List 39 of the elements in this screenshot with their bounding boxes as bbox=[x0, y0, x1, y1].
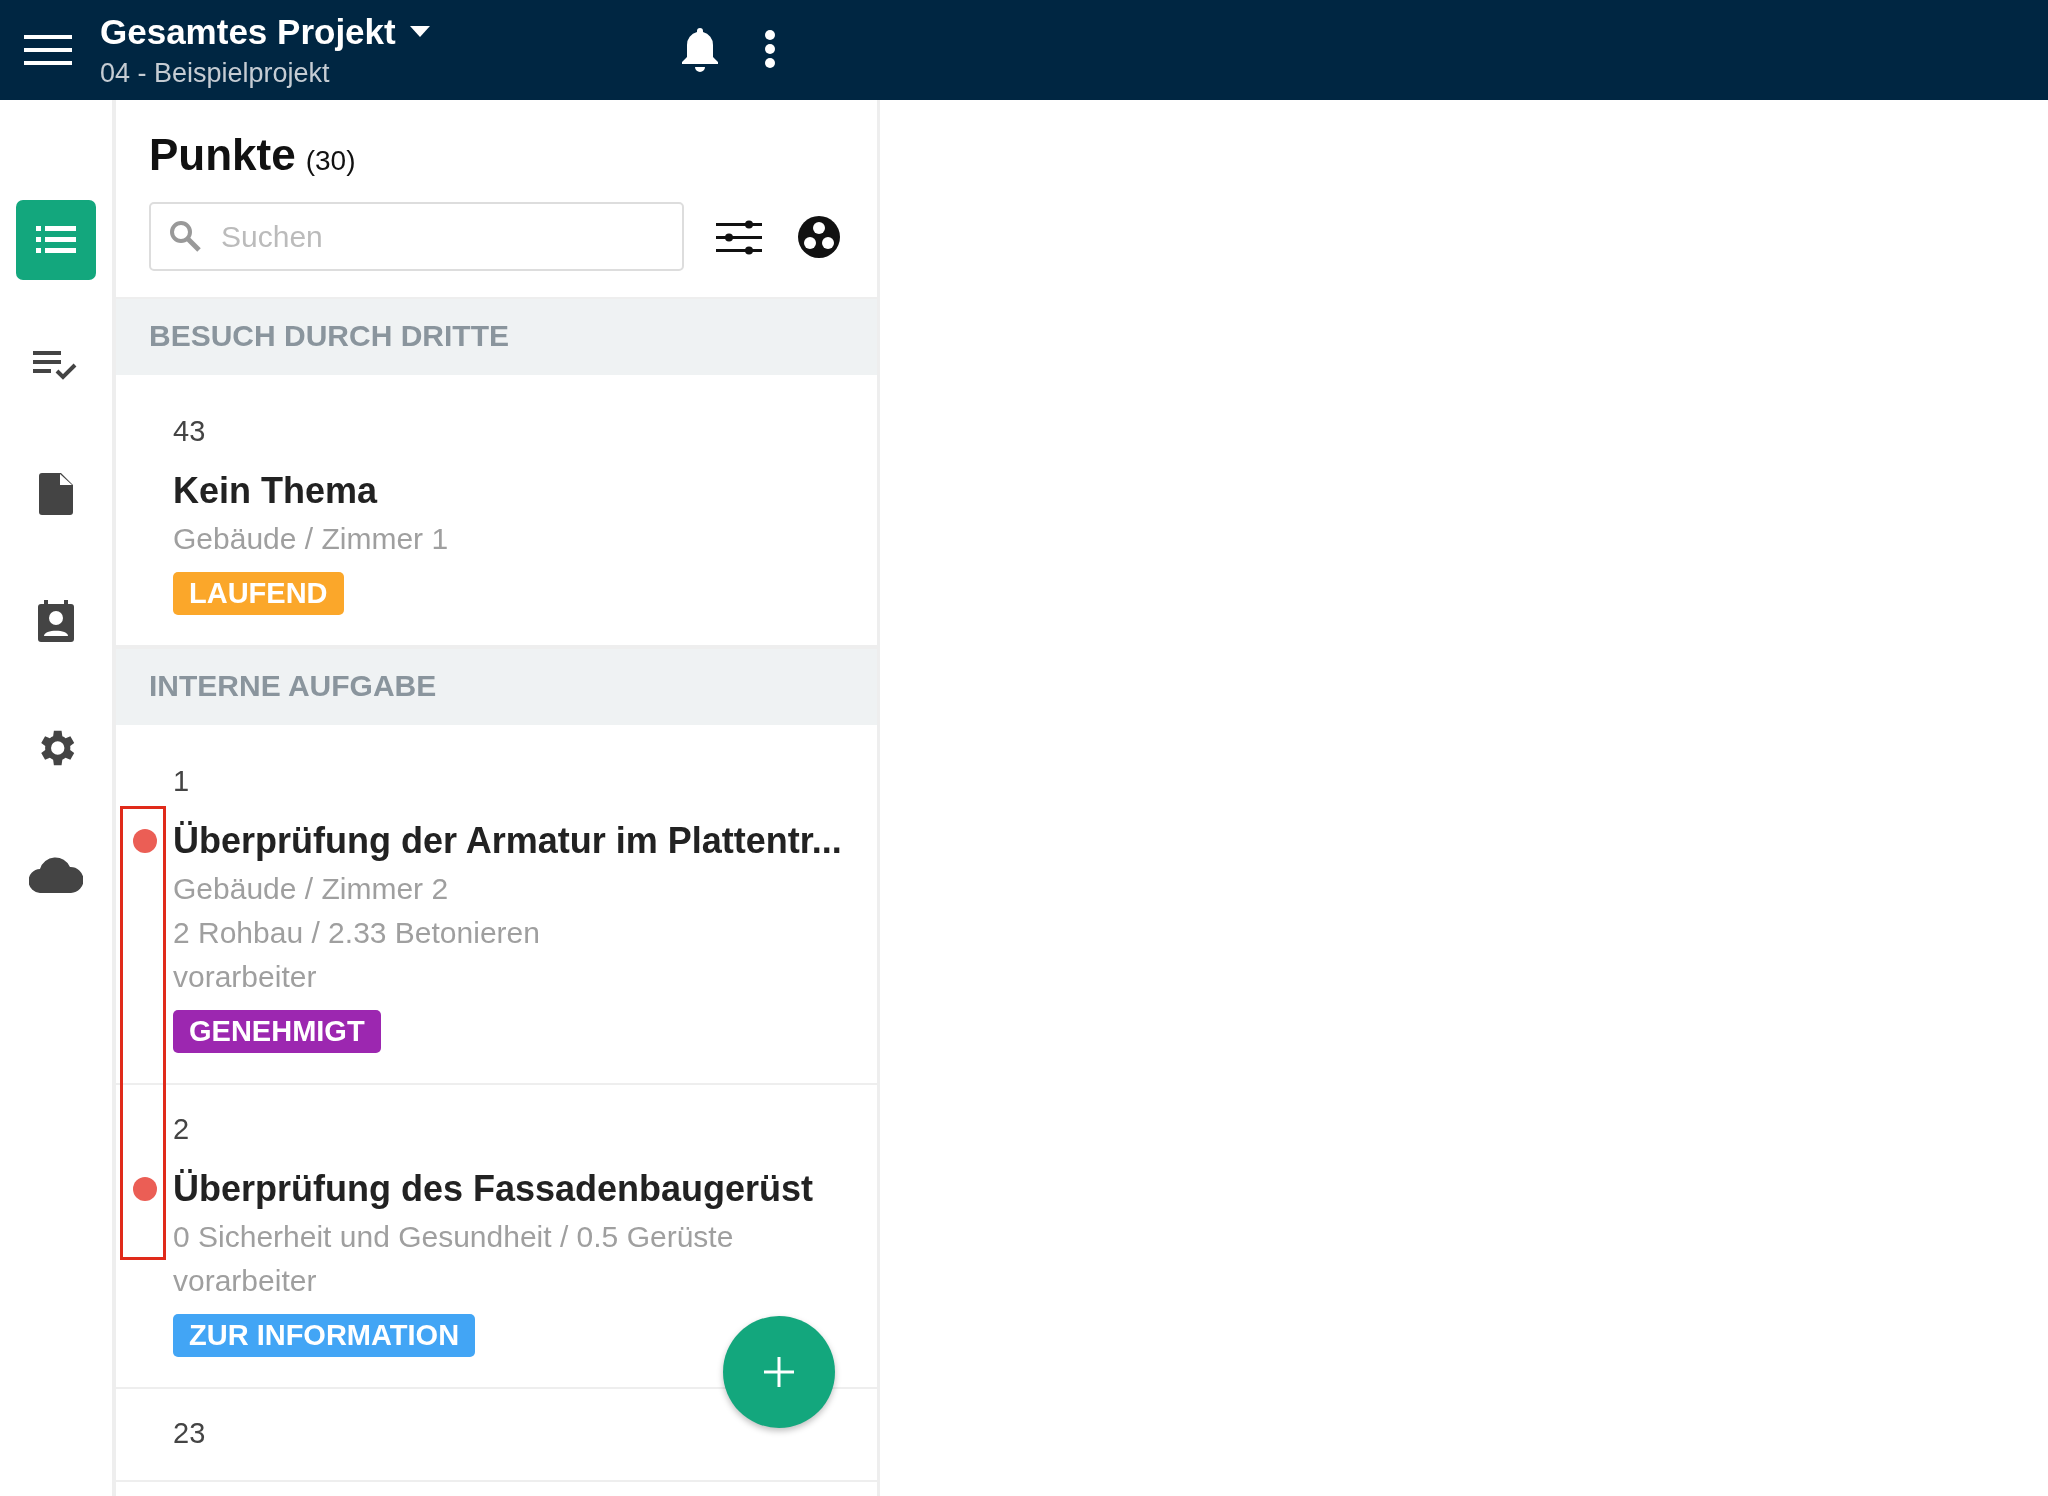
point-detail: vorarbeiter bbox=[173, 960, 317, 994]
add-button[interactable] bbox=[723, 1316, 835, 1428]
points-count: (30) bbox=[305, 145, 356, 177]
document-icon bbox=[39, 473, 73, 515]
menu-button[interactable] bbox=[24, 35, 72, 65]
point-detail: 2 Rohbau / 2.33 Betonieren bbox=[173, 916, 540, 950]
panel-title: Punkte bbox=[149, 130, 296, 180]
list-icon bbox=[36, 226, 76, 254]
point-detail: Gebäude / Zimmer 2 bbox=[173, 872, 449, 906]
search-field[interactable]: Suchen bbox=[149, 202, 684, 271]
more-icon bbox=[764, 28, 776, 69]
caret-icon bbox=[409, 26, 430, 37]
three-dots-circle-icon bbox=[798, 215, 840, 258]
group-button[interactable] bbox=[798, 215, 840, 258]
plus-icon bbox=[764, 1357, 794, 1387]
point-number: 43 bbox=[173, 415, 206, 448]
point-detail: vorarbeiter bbox=[173, 1264, 317, 1298]
point-number: 1 bbox=[173, 765, 190, 798]
contact-book-icon bbox=[38, 600, 74, 642]
project-subtitle: 04 - Beispielprojekt bbox=[100, 57, 331, 89]
point-number: 23 bbox=[173, 1417, 206, 1450]
point-title[interactable]: Überprüfung der Armatur im Plattentr... bbox=[173, 820, 842, 862]
status-badge: LAUFEND bbox=[173, 572, 344, 615]
point-title[interactable]: Kein Thema bbox=[173, 470, 378, 512]
point-number: 2 bbox=[173, 1113, 190, 1146]
cloud-icon bbox=[29, 857, 83, 893]
section-heading: INTERNE AUFGABE bbox=[149, 669, 437, 703]
bell-icon bbox=[680, 25, 720, 72]
point-title[interactable]: Überprüfung des Fassadenbaugerüst bbox=[173, 1168, 814, 1210]
point-detail: 0 Sicherheit und Gesundheit / 0.5 Gerüste bbox=[173, 1220, 734, 1254]
menu-icon bbox=[24, 35, 72, 65]
sliders-icon bbox=[716, 218, 762, 255]
filter-button[interactable] bbox=[716, 218, 762, 255]
point-detail: Gebäude / Zimmer 1 bbox=[173, 522, 449, 556]
status-badge: GENEHMIGT bbox=[173, 1010, 381, 1053]
project-dropdown[interactable]: Gesamtes Projekt bbox=[100, 11, 700, 52]
notifications-button[interactable] bbox=[680, 25, 720, 75]
status-badge: ZUR INFORMATION bbox=[173, 1314, 476, 1357]
section-heading: BESUCH DURCH DRITTE bbox=[149, 319, 509, 353]
